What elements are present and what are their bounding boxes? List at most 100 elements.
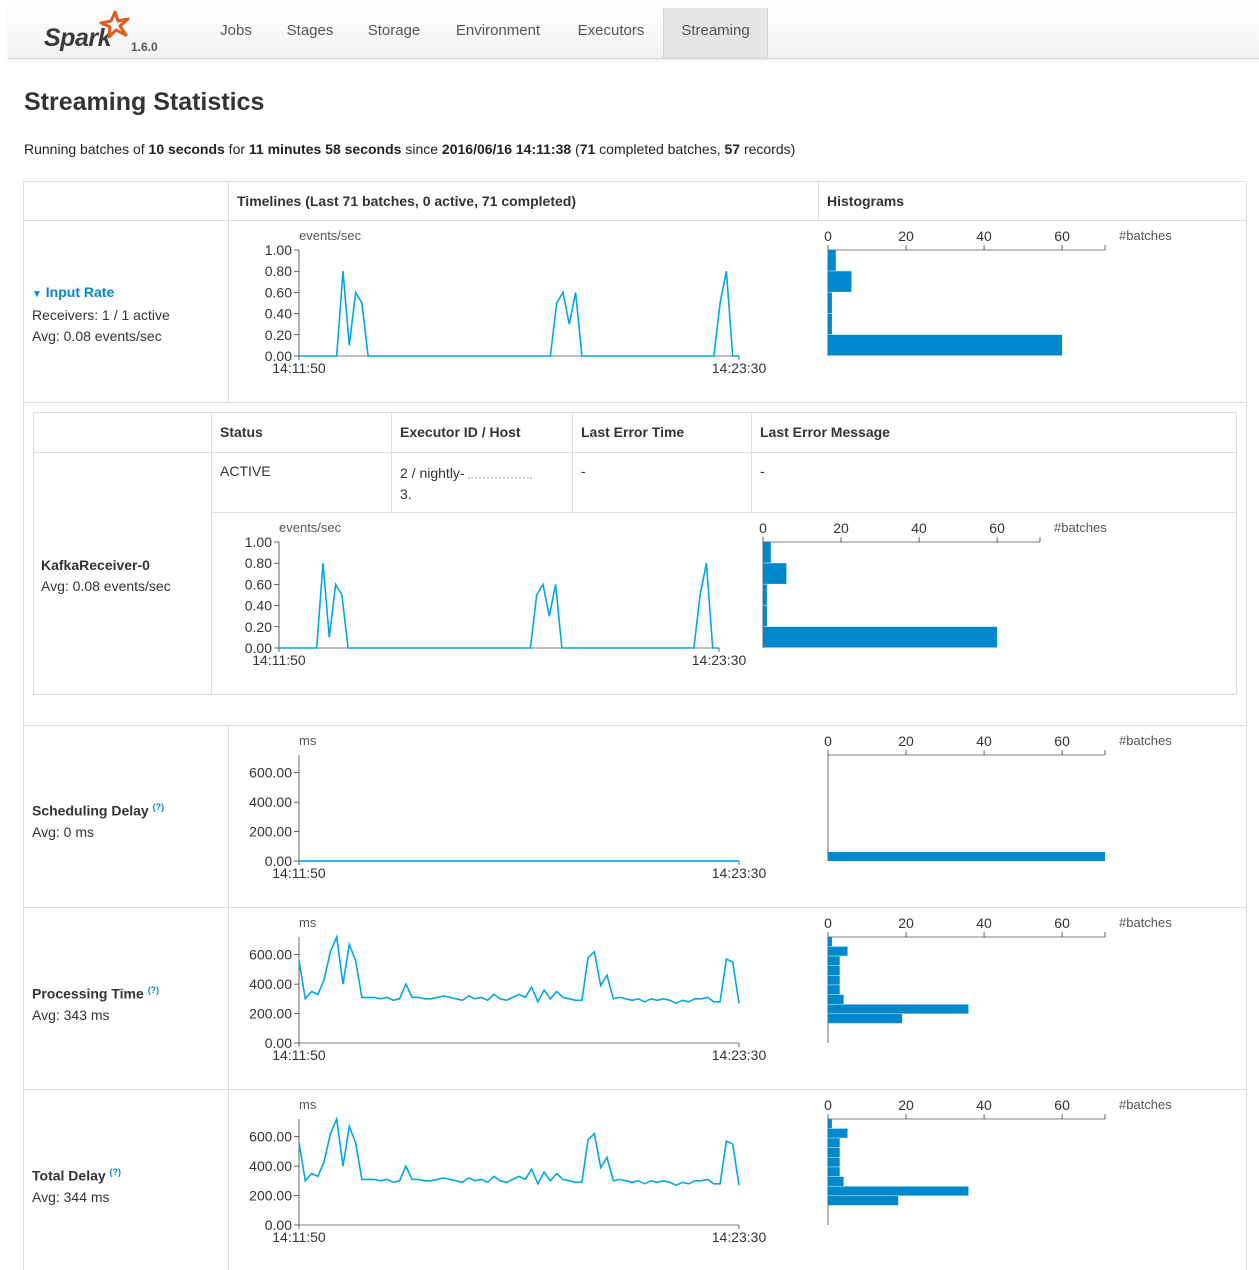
processing-time-timeline-chart[interactable]: ms0.00200.00400.00600.0014:11:50 14:23:30 [240, 912, 780, 1072]
kafka-receiver-histogram-chart[interactable]: 0 20 40 60 #batches [750, 517, 1130, 657]
summary-for: for [224, 141, 249, 157]
scheduling-delay-title: Scheduling Delay [32, 802, 149, 819]
processing_time-ytick-label: 200.00 [249, 1006, 292, 1022]
streaming-summary: Running batches of 10 seconds for 11 min… [24, 141, 795, 157]
total-delay-title: Total Delay [32, 1167, 106, 1184]
kafka_receiver_hist-bar [763, 563, 787, 584]
processing_time-unit-label: ms [299, 915, 317, 930]
scheduling_delay_hist-bar [828, 852, 1105, 861]
scheduling_delay-unit-label: ms [299, 733, 317, 748]
scheduling_delay_hist-xtick-label: 20 [898, 733, 914, 749]
total_delay_hist-bar [828, 1147, 840, 1158]
receiver-executor-host: 2 / nightly- 3. [400, 463, 533, 505]
total-delay-cell: Total Delay (?) Avg: 344 ms [32, 1162, 121, 1208]
input_rate-ytick-label: 0.40 [265, 306, 292, 322]
executor-host-line2: 3. [400, 486, 412, 502]
processing_time_hist-bar [828, 937, 832, 947]
processing-time-help-icon[interactable]: (?) [148, 985, 160, 995]
total_delay_hist-bar [828, 1167, 840, 1177]
summary-since: since [401, 141, 442, 157]
receiver-last-error-time: - [581, 463, 586, 479]
tab-storage[interactable]: Storage [362, 8, 426, 58]
col-last-error-message: Last Error Message [760, 424, 890, 440]
processing_time_hist-xtick-label: 40 [976, 915, 992, 931]
input-rate-cell: ▼ Input Rate Receivers: 1 / 1 active Avg… [32, 282, 170, 347]
kafka_receiver-ytick-label: 0.40 [245, 598, 272, 614]
processing_time_hist-xlabel: #batches [1119, 915, 1172, 930]
scheduling_delay_hist-xlabel: #batches [1119, 733, 1172, 748]
total_delay-series-line [298, 1116, 740, 1187]
receiver-name: KafkaReceiver-0 [41, 557, 150, 573]
timelines-header: Timelines (Last 71 batches, 0 active, 71… [237, 193, 576, 209]
processing_time_hist-bar [828, 1014, 903, 1024]
input_rate-ytick-label: 0.60 [265, 284, 292, 300]
total_delay_hist-bar [828, 1128, 848, 1138]
total_delay-unit-label: ms [299, 1097, 317, 1112]
scheduling-delay-histogram-chart[interactable]: 0 20 40 60 #batches [815, 730, 1195, 870]
kafka_receiver_hist-bar [763, 542, 771, 563]
receiver-status: ACTIVE [220, 463, 271, 479]
col-executor-host: Executor ID / Host [400, 424, 521, 440]
scheduling-delay-help-icon[interactable]: (?) [153, 802, 165, 812]
records-count: 57 [724, 141, 741, 157]
spark-version: 1.6.0 [131, 40, 158, 54]
page-title: Streaming Statistics [24, 88, 265, 116]
input_rate_hist-xtick-label: 60 [1054, 228, 1070, 244]
processing_time-xtick-label: 14:23:30 [712, 1047, 767, 1063]
tab-streaming[interactable]: Streaming [663, 8, 768, 58]
input_rate_hist-bar [828, 292, 832, 314]
col-last-error-time: Last Error Time [581, 424, 685, 440]
input_rate-series-line [299, 271, 739, 357]
tab-jobs[interactable]: Jobs [216, 8, 256, 58]
input_rate_hist-bar [828, 334, 1063, 356]
total-delay-help-icon[interactable]: (?) [110, 1167, 122, 1177]
processing_time_hist-bar [828, 985, 840, 995]
tab-stages[interactable]: Stages [282, 8, 338, 58]
input_rate-xtick-label: 14:23:30 [712, 360, 767, 376]
total_delay_hist-bar [828, 1196, 899, 1206]
processing_time_hist-bar [828, 975, 840, 985]
kafka_receiver-ytick-label: 0.60 [245, 576, 272, 592]
receiver-avg: Avg: 0.08 events/sec [41, 578, 171, 594]
input_rate_hist-bar [828, 250, 836, 271]
kafka_receiver_hist-xtick-label: 0 [759, 520, 767, 536]
total-delay-histogram-chart[interactable]: 0 20 40 60 #batches [815, 1094, 1195, 1234]
kafka_receiver_hist-xtick-label: 20 [833, 520, 849, 536]
input_rate_hist-bar [828, 271, 852, 292]
processing_time-xtick-label: 14:11:50 [272, 1047, 326, 1063]
kafka_receiver_hist-xlabel: #batches [1054, 520, 1107, 535]
input-rate-toggle[interactable]: ▼ Input Rate [32, 282, 170, 305]
histograms-header: Histograms [827, 193, 905, 209]
kafka_receiver_hist-bar [763, 605, 767, 627]
scheduling_delay_hist-xtick-label: 40 [976, 733, 992, 749]
kafka_receiver-series-line [279, 563, 719, 649]
total_delay_hist-bar [828, 1176, 844, 1186]
total_delay-ytick-label: 400.00 [249, 1158, 292, 1174]
input_rate-ytick-label: 0.80 [265, 263, 292, 279]
summary-records: records) [740, 141, 796, 157]
input-rate-timeline-chart[interactable]: events/sec0.000.200.400.600.801.0014:11:… [240, 225, 780, 385]
running-duration: 11 minutes 58 seconds [248, 141, 402, 157]
total_delay_hist-bar [828, 1157, 840, 1167]
tab-executors[interactable]: Executors [571, 8, 651, 58]
scheduling_delay-xtick-label: 14:11:50 [272, 865, 326, 881]
batch-interval: 10 seconds [148, 141, 225, 157]
scheduling-delay-timeline-chart[interactable]: ms0.00200.00400.00600.0014:11:50 14:23:30 [240, 730, 780, 890]
total_delay-xtick-label: 14:11:50 [272, 1229, 326, 1245]
processing_time-ytick-label: 600.00 [249, 947, 292, 963]
receiver-last-error-message: - [760, 463, 765, 479]
input_rate_hist-bar [828, 313, 832, 335]
processing-time-histogram-chart[interactable]: 0 20 40 60 #batches [815, 912, 1195, 1052]
redacted-hostname [468, 469, 533, 480]
input-rate-histogram-chart[interactable]: 0 20 40 60 #batches [815, 225, 1195, 365]
processing_time_hist-bar [828, 956, 840, 966]
total_delay-ytick-label: 600.00 [249, 1129, 292, 1145]
kafka_receiver_hist-xtick-label: 60 [989, 520, 1005, 536]
scheduling_delay_hist-xtick-label: 0 [824, 733, 832, 749]
scheduling_delay-ytick-label: 200.00 [249, 824, 292, 840]
kafka-receiver-timeline-chart[interactable]: events/sec0.000.200.400.600.801.0014:11:… [220, 517, 760, 677]
executor-host-line1: 2 / nightly- [400, 465, 465, 481]
total-delay-timeline-chart[interactable]: ms0.00200.00400.00600.0014:11:50 14:23:30 [240, 1094, 780, 1254]
tab-environment[interactable]: Environment [450, 8, 546, 58]
input-rate-title: Input Rate [45, 284, 115, 300]
